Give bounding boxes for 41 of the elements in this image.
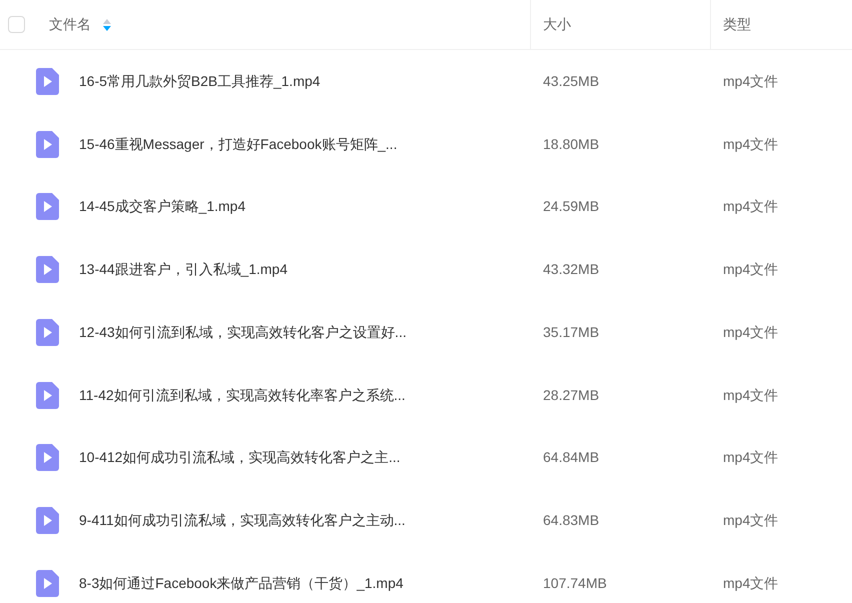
video-file-icon xyxy=(36,507,59,534)
file-size: 43.32MB xyxy=(543,261,600,278)
file-size: 43.25MB xyxy=(543,72,600,89)
file-size: 18.80MB xyxy=(543,136,600,152)
file-name[interactable]: 13-44跟进客户，引入私域_1.mp4 xyxy=(79,259,288,280)
file-name[interactable]: 14-45成交客户策略_1.mp4 xyxy=(79,196,246,218)
file-type: mp4文件 xyxy=(723,386,778,403)
video-file-icon xyxy=(36,68,59,95)
file-type: mp4文件 xyxy=(723,324,778,340)
file-type: mp4文件 xyxy=(723,449,778,466)
sort-icon[interactable] xyxy=(103,18,111,30)
file-type: mp4文件 xyxy=(723,198,778,214)
video-file-icon xyxy=(36,318,59,346)
file-size: 28.27MB xyxy=(543,386,600,403)
file-name[interactable]: 10-412如何成功引流私域，实现高效转化客户之主... xyxy=(79,447,400,468)
column-header[interactable]: 类型 xyxy=(723,14,751,35)
video-file-icon xyxy=(36,444,59,472)
video-file-icon xyxy=(36,570,59,597)
file-size: 64.84MB xyxy=(543,449,600,466)
file-size: 24.59MB xyxy=(543,198,600,214)
file-size: 64.83MB xyxy=(543,512,600,528)
file-type: mp4文件 xyxy=(723,512,778,528)
file-type: mp4文件 xyxy=(723,136,778,152)
select-all-checkbox[interactable] xyxy=(8,16,25,33)
file-type: mp4文件 xyxy=(723,261,778,278)
column-header[interactable]: 文件名 xyxy=(49,14,91,35)
column-header[interactable]: 大小 xyxy=(543,14,571,35)
video-file-icon xyxy=(36,256,59,284)
file-name[interactable]: 9-411如何成功引流私域，实现高效转化客户之主动... xyxy=(79,510,406,532)
file-name[interactable]: 15-46重视Messager，打造好Facebook账号矩阵_... xyxy=(79,134,398,155)
file-size: 107.74MB xyxy=(543,574,607,591)
video-file-icon xyxy=(36,130,59,158)
file-name[interactable]: 16-5常用几款外贸B2B工具推荐_1.mp4 xyxy=(79,70,320,92)
file-size: 35.17MB xyxy=(543,324,600,340)
file-name[interactable]: 11-42如何引流到私域，实现高效转化率客户之系统... xyxy=(79,384,406,406)
file-name[interactable]: 8-3如何通过Facebook来做产品营销（干货）_1.mp4 xyxy=(79,572,404,594)
video-file-icon xyxy=(36,382,59,409)
file-name[interactable]: 12-43如何引流到私域，实现高效转化客户之设置好... xyxy=(79,322,406,343)
video-file-icon xyxy=(36,193,59,220)
file-type: mp4文件 xyxy=(723,72,778,89)
file-type: mp4文件 xyxy=(723,574,778,591)
